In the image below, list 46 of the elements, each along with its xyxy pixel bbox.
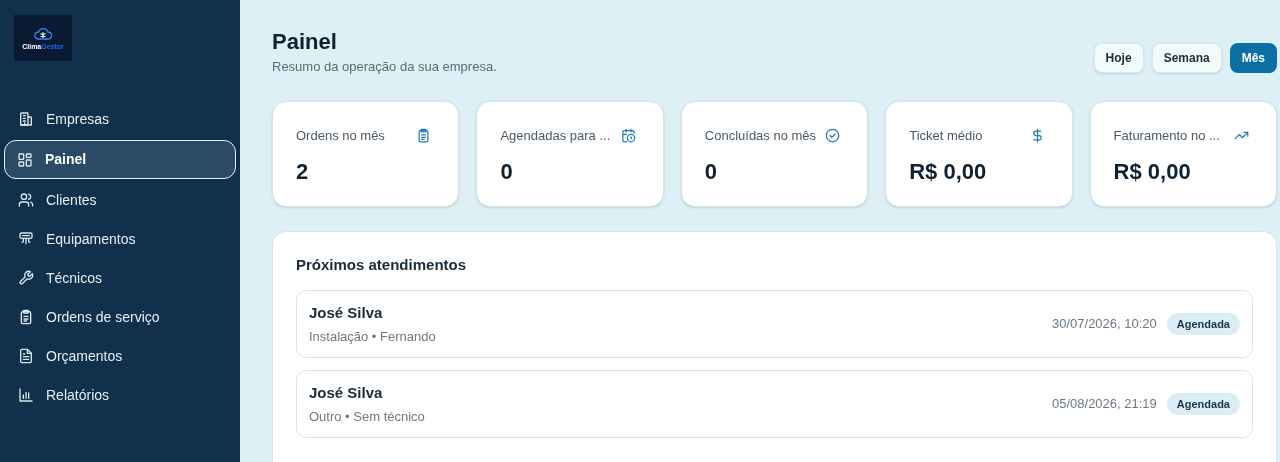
client-name: José Silva bbox=[309, 383, 384, 403]
stat-label: Ordens no mês bbox=[296, 126, 385, 145]
appointment-row[interactable]: José Silva Instalação • Fernando 30/07/2026, 10:20 Agendada bbox=[296, 290, 1253, 358]
period-button[interactable]: Semana bbox=[1151, 43, 1222, 73]
appointment-datetime: 30/07/2026, 10:20 bbox=[1052, 315, 1157, 334]
calendar-clock-icon bbox=[620, 127, 636, 143]
appointment-row[interactable]: José Silva Outro • Sem técnico 05/08/2026, 21:19 Agendada bbox=[296, 370, 1253, 438]
wrench-icon bbox=[18, 270, 34, 286]
stat-label: Ticket médio bbox=[909, 126, 983, 145]
stat-value: 0 bbox=[704, 158, 719, 186]
clipboard-icon bbox=[416, 127, 432, 143]
status-badge: Agendada bbox=[1166, 312, 1240, 336]
section-title: Próximos atendimentos bbox=[296, 254, 468, 275]
service-details: Instalação • Fernando bbox=[309, 327, 436, 346]
sidebar-item[interactable]: Empresas bbox=[4, 101, 236, 137]
check-circle-icon bbox=[825, 127, 841, 143]
appointment-datetime: 05/08/2026, 21:19 bbox=[1052, 395, 1157, 414]
sidebar-item[interactable]: Ordens de serviço bbox=[4, 299, 236, 335]
stat-value: R$ 0,00 bbox=[909, 158, 988, 186]
sidebar-item[interactable]: Painel bbox=[4, 140, 236, 179]
stat-value: 2 bbox=[296, 158, 310, 186]
service-details: Outro • Sem técnico bbox=[309, 407, 425, 426]
grid-icon bbox=[17, 151, 33, 168]
sidebar-item[interactable]: Técnicos bbox=[4, 260, 236, 296]
stat-label: Agendadas para ... bbox=[500, 126, 611, 145]
sidebar-item[interactable]: Clientes bbox=[4, 182, 236, 218]
period-button[interactable]: Hoje bbox=[1093, 43, 1144, 73]
bar-chart-icon bbox=[18, 387, 34, 403]
air-conditioner-icon bbox=[18, 231, 34, 247]
sidebar-item[interactable]: Relatórios bbox=[4, 377, 236, 413]
stat-value: R$ 0,00 bbox=[1113, 158, 1192, 186]
client-name: José Silva bbox=[309, 303, 384, 323]
stat-value: 0 bbox=[500, 158, 514, 186]
stat-label: Faturamento no ... bbox=[1113, 126, 1220, 145]
document-icon bbox=[18, 348, 34, 364]
sidebar-item[interactable]: Orçamentos bbox=[4, 338, 236, 374]
status-badge: Agendada bbox=[1166, 392, 1240, 416]
page-subtitle: Resumo da operação da sua empresa. bbox=[272, 58, 497, 76]
sidebar-item[interactable]: Equipamentos bbox=[4, 221, 236, 257]
period-button[interactable]: Mês bbox=[1229, 43, 1277, 73]
stat-label: Concluídas no mês bbox=[704, 126, 817, 145]
clipboard-icon bbox=[18, 309, 34, 325]
cloud-snowflake-icon bbox=[34, 26, 52, 42]
page-title: Painel bbox=[272, 28, 338, 56]
users-icon bbox=[18, 192, 34, 208]
building-icon bbox=[18, 111, 34, 127]
